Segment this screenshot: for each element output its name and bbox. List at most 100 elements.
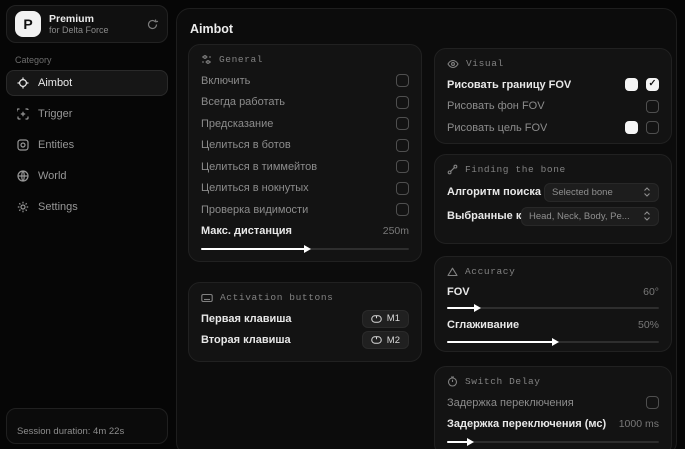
first-key-button[interactable]: M1 [361, 309, 409, 328]
bone-selected-value: Head, Neck, Body, Pe... [529, 210, 630, 222]
entities-icon [17, 139, 29, 151]
switch-delay-ms-row: Задержка переключения (мс) 1000 ms [447, 414, 659, 436]
bone-selected-select[interactable]: Head, Neck, Body, Pe... [521, 206, 659, 226]
bone-selected-row: Выбранные кости Head, Neck, Body, Pe... [447, 204, 659, 228]
eye-icon [447, 59, 459, 69]
visibility-check-checkbox[interactable] [396, 203, 409, 217]
bone-algorithm-label: Алгоритм поиска костей [447, 186, 544, 198]
target-bots-checkbox[interactable] [396, 138, 409, 152]
fov-target-checkbox[interactable] [646, 121, 659, 135]
always-work-checkbox[interactable] [396, 95, 409, 109]
sidebar-item-settings[interactable]: Settings [6, 194, 168, 220]
first-key-value: M1 [386, 313, 400, 325]
fov-border-checkbox[interactable] [646, 78, 659, 92]
bone-selected-label: Выбранные кости [447, 210, 521, 222]
globe-icon [17, 170, 29, 182]
gear-icon [17, 201, 29, 213]
first-key-row: Первая клавиша M1 [201, 308, 409, 330]
mouse-icon [371, 336, 382, 344]
mouse-icon [371, 315, 382, 323]
max-distance-label: Макс. дистанция [201, 225, 292, 238]
sidebar-item-aimbot[interactable]: Aimbot [6, 70, 168, 96]
fov-background-checkbox[interactable] [646, 99, 659, 113]
target-knocked-checkbox[interactable] [396, 181, 409, 195]
toggle-label: Включить [201, 74, 251, 87]
expand-icon [643, 187, 651, 197]
brand-card: P Premium for Delta Force [6, 5, 168, 43]
triangle-icon [447, 267, 458, 277]
activation-card: Activation buttons Первая клавиша M1 Вто… [188, 282, 422, 362]
fov-border-label: Рисовать границу FOV [447, 78, 572, 91]
general-header-label: General [219, 54, 264, 65]
max-distance-value: 250m [382, 225, 409, 238]
toggle-label: Проверка видимости [201, 203, 309, 216]
sidebar-nav: Aimbot Trigger Entities World Settings [6, 70, 168, 225]
switch-delay-slider[interactable] [447, 437, 659, 446]
main-panel: Aimbot General Включить Всегда работать [176, 8, 677, 449]
brand-subtitle: for Delta Force [49, 24, 109, 35]
second-key-label: Вторая клавиша [201, 334, 291, 347]
visual-header-label: Visual [466, 58, 504, 69]
toggle-row-prediction: Предсказание [201, 113, 409, 135]
toggle-row-knocked: Целиться в нокнутых [201, 178, 409, 200]
sidebar-item-label: Trigger [38, 108, 73, 120]
app-window: P Premium for Delta Force Category Aimbo… [0, 0, 685, 449]
smoothing-row: Сглаживание 50% [447, 314, 659, 335]
bone-card: Finding the bone Алгоритм поиска костей … [434, 154, 672, 244]
sidebar-item-world[interactable]: World [6, 163, 168, 189]
fov-target-color-swatch[interactable] [625, 121, 638, 135]
fov-border-color-swatch[interactable] [625, 78, 638, 92]
smoothing-label: Сглаживание [447, 318, 520, 331]
sliders-icon [201, 54, 212, 65]
crosshair-icon [17, 77, 29, 89]
fov-slider[interactable] [447, 303, 659, 312]
switch-delay-header-label: Switch Delay [465, 376, 541, 387]
fov-label: FOV [447, 285, 470, 298]
second-key-button[interactable]: M2 [361, 331, 409, 350]
accuracy-card: Accuracy FOV 60° Сглаживание 50% [434, 256, 672, 352]
max-distance-slider[interactable] [201, 244, 409, 253]
fov-background-label: Рисовать фон FOV [447, 100, 545, 113]
switch-delay-checkbox[interactable] [646, 396, 659, 410]
keyboard-icon [201, 293, 213, 303]
second-key-row: Вторая клавиша M2 [201, 330, 409, 352]
toggle-label: Целиться в ботов [201, 139, 291, 152]
enable-checkbox[interactable] [396, 74, 409, 88]
max-distance-row: Макс. дистанция 250m [201, 221, 409, 243]
smoothing-value: 50% [637, 318, 659, 331]
fov-background-row: Рисовать фон FOV [447, 96, 659, 118]
bone-header-label: Finding the bone [465, 164, 566, 175]
switch-delay-toggle-row: Задержка переключения [447, 392, 659, 414]
target-teammates-checkbox[interactable] [396, 160, 409, 174]
sidebar-item-label: World [38, 170, 67, 182]
bone-algorithm-value: Selected bone [552, 186, 613, 198]
toggle-label: Всегда работать [201, 96, 286, 109]
fov-value: 60° [643, 285, 659, 298]
sidebar-item-label: Aimbot [38, 77, 73, 89]
trigger-icon [17, 108, 29, 120]
prediction-checkbox[interactable] [396, 117, 409, 131]
toggle-row-enable: Включить [201, 70, 409, 92]
switch-delay-ms-label: Задержка переключения (мс) [447, 418, 607, 431]
page-title: Aimbot [190, 22, 234, 36]
refresh-icon[interactable] [146, 18, 159, 31]
general-header: General [201, 54, 409, 65]
first-key-label: Первая клавиша [201, 312, 292, 325]
sidebar: P Premium for Delta Force Category Aimbo… [0, 0, 176, 449]
brand-text: Premium for Delta Force [49, 13, 138, 35]
accuracy-header-label: Accuracy [465, 266, 516, 277]
sidebar-item-trigger[interactable]: Trigger [6, 101, 168, 127]
category-label: Category [15, 55, 52, 65]
bone-icon [447, 164, 458, 175]
sidebar-item-label: Entities [38, 139, 75, 151]
fov-target-row: Рисовать цель FOV [447, 117, 659, 139]
bone-algorithm-select[interactable]: Selected bone [544, 182, 659, 202]
toggle-label: Целиться в нокнутых [201, 182, 309, 195]
bone-algorithm-row: Алгоритм поиска костей Selected bone [447, 180, 659, 204]
smoothing-slider[interactable] [447, 337, 659, 346]
session-card: Session duration: 4m 22s [6, 408, 168, 444]
accuracy-header: Accuracy [447, 266, 659, 277]
sidebar-item-entities[interactable]: Entities [6, 132, 168, 158]
sidebar-item-label: Settings [38, 201, 78, 213]
toggle-row-always: Всегда работать [201, 92, 409, 114]
